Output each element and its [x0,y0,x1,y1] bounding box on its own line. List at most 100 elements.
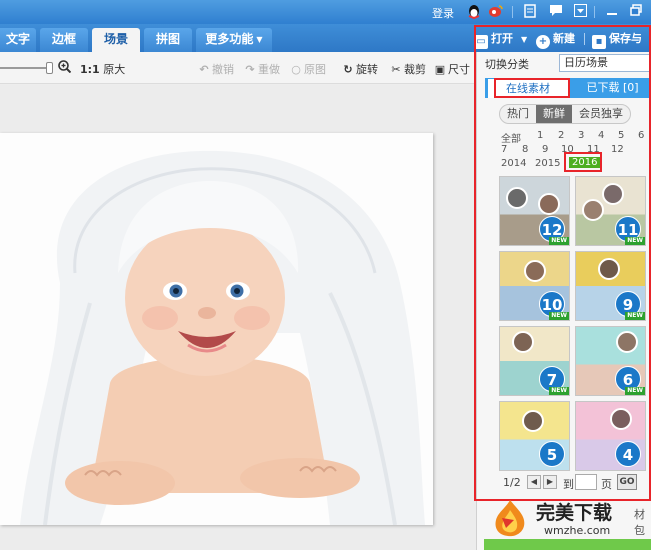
sort-segment: 热门 新鲜 会员独享 [499,104,631,124]
segment-vip[interactable]: 会员独享 [572,105,630,123]
crop-label: 裁剪 [404,63,426,76]
undo-button[interactable]: ↶ 撤销 [198,61,234,77]
open-button[interactable]: ▭ 打开 ▼ [474,29,527,49]
filter-all[interactable]: 全部 [501,130,521,145]
filter-month-12[interactable]: 12 [611,144,624,155]
tab-scene[interactable]: 场景 [92,28,140,52]
rotate-button[interactable]: ↻ 旋转 [342,61,378,77]
category-select[interactable]: 日历场景 [559,54,651,72]
divider [594,6,595,18]
original-size-button[interactable]: 1:1 原大 [80,61,125,77]
zoom-ratio: 1:1 [80,63,100,76]
prev-page-button[interactable]: ◀ [527,475,541,489]
undo-icon: ↶ [199,63,209,76]
filter-month-2[interactable]: 2 [558,130,564,141]
save-share-button[interactable]: ▪保存与分 [592,29,651,65]
panel-tabs: 在线素材 已下载 [0] [485,78,651,98]
divider [512,6,513,18]
template-thumbnail[interactable]: 12 NEW [499,176,570,246]
filter-month-9[interactable]: 9 [542,144,548,155]
tab-border[interactable]: 边框 [40,28,88,52]
menu-dropdown-icon[interactable] [572,4,588,20]
watermark-brand: 完美下载 [536,502,613,524]
filter-month-11[interactable]: 11 [587,144,600,155]
resize-label: 尺寸 [448,63,470,76]
redo-button[interactable]: ↷ 重做 [244,61,280,77]
photo-frame [616,331,638,353]
caret-down-icon[interactable]: ▼ [521,35,527,44]
filter-year-2014[interactable]: 2014 [501,158,526,169]
message-icon[interactable] [548,4,564,20]
green-bar [484,539,651,550]
watermark-url: wmzhe.com [544,524,611,537]
template-thumbnail[interactable]: 9 NEW [575,251,646,321]
save-icon: ▪ [592,35,606,49]
new-badge: NEW [625,312,645,320]
filter-month-5[interactable]: 5 [618,130,624,141]
image-canvas[interactable] [0,85,476,550]
pagination: 1/2 ◀ ▶ 到 页 GO [499,474,651,492]
filter-year-2015[interactable]: 2015 [535,158,560,169]
goto-label: 到 [563,478,574,491]
tab-online-material[interactable]: 在线素材 [487,78,569,98]
template-thumbnail[interactable]: 10 NEW [499,251,570,321]
resize-icon: ▣ [434,63,446,76]
weibo-icon[interactable] [488,4,504,20]
page-indicator: 1/2 [503,476,521,489]
filter-month-8[interactable]: 8 [522,144,528,155]
segment-fresh[interactable]: 新鲜 [536,105,572,123]
login-link[interactable]: 登录 [432,5,454,21]
go-button[interactable]: GO [617,474,637,490]
new-badge: NEW [549,237,569,245]
page-number-input[interactable] [575,474,597,490]
filter-month-7[interactable]: 7 [501,144,507,155]
filter-month-4[interactable]: 4 [598,130,604,141]
new-button[interactable]: + 新建 [536,29,575,49]
segment-hot[interactable]: 热门 [500,105,536,123]
resize-button[interactable]: ▣ 尺寸 [434,61,470,77]
template-thumbnail[interactable]: 11 NEW [575,176,646,246]
zoom-slider[interactable] [0,67,52,69]
next-page-button[interactable]: ▶ [543,475,557,489]
flame-logo-icon [495,500,525,537]
template-thumbnail[interactable]: 6 NEW [575,326,646,396]
tab-collage[interactable]: 拼图 [144,28,192,52]
tab-downloaded[interactable]: 已下载 [0] [573,78,651,98]
filter-month-10[interactable]: 10 [561,144,574,155]
caret-down-icon: ▼ [256,34,263,44]
main-tab-bar: 文字 边框 场景 拼图 更多功能▼ ▭打开 ▼ +新建 ▪保存与分 [0,24,651,65]
scissors-icon: ✂ [391,63,401,76]
qq-icon[interactable] [466,4,482,20]
original-image-button[interactable]: ○ 原图 [290,61,326,77]
divider [584,33,585,45]
redo-label: 重做 [258,63,280,76]
template-thumbnail[interactable]: 7 NEW [499,326,570,396]
zoom-slider-handle[interactable] [46,62,53,74]
folder-icon: ▭ [474,35,488,49]
tab-text[interactable]: 文字 [0,28,36,52]
filter-month-1[interactable]: 1 [537,130,543,141]
filter-month-3[interactable]: 3 [578,130,584,141]
filter-month-6[interactable]: 6 [638,130,644,141]
title-bar: 登录 [0,0,651,24]
restore-icon[interactable] [628,4,644,20]
material-panel: 切换分类 日历场景 在线素材 已下载 [0] 热门 新鲜 会员独享 全部 1 2… [476,52,651,550]
new-badge: NEW [549,387,569,395]
crop-button[interactable]: ✂ 裁剪 [390,61,426,77]
zoom-in-icon[interactable] [58,60,72,76]
edit-toolbar: 1:1 原大 ↶ 撤销 ↷ 重做 ○ 原图 ↻ 旋转 ✂ 裁剪 ▣ 尺寸 [0,52,476,84]
photo-frame [538,193,560,215]
filter-year-2016[interactable]: 2016 [569,157,601,168]
open-label: 打开 [491,32,513,45]
circle-icon: ○ [291,63,301,76]
baby-photo[interactable] [0,133,433,525]
new-badge: NEW [625,387,645,395]
template-thumbnail[interactable]: 4 [575,401,646,471]
plus-icon: + [536,35,550,49]
baby-photo-illustration [0,133,433,525]
document-icon[interactable] [522,4,538,20]
template-thumbnail[interactable]: 5 [499,401,570,471]
category-label: 切换分类 [485,58,529,71]
tab-more-functions[interactable]: 更多功能 ▼ [196,28,272,52]
minimize-icon[interactable] [604,4,620,20]
